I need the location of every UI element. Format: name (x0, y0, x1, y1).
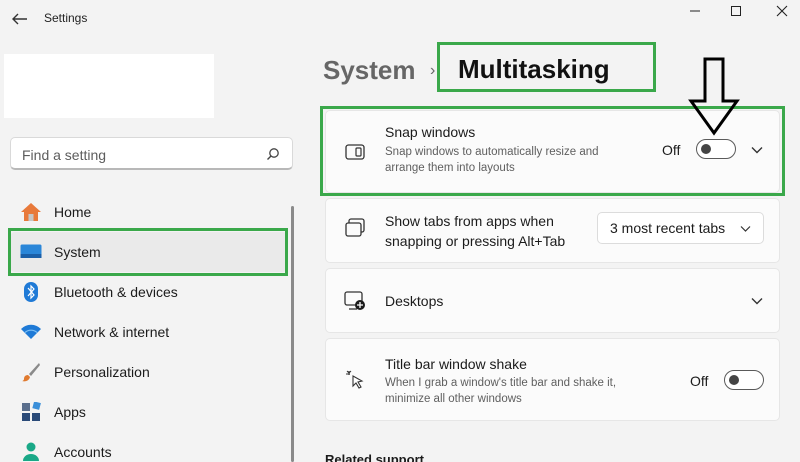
brush-icon (20, 361, 42, 383)
sidebar-item-label: Accounts (54, 444, 112, 460)
alt-tab-dropdown[interactable]: 3 most recent tabs (597, 212, 764, 244)
sidebar-item-accounts[interactable]: Accounts (10, 432, 288, 462)
minimize-icon[interactable] (688, 4, 702, 18)
sidebar-item-label: Bluetooth & devices (54, 284, 178, 300)
snap-toggle-state: Off (662, 142, 681, 158)
desktops-title: Desktops (385, 293, 444, 309)
back-arrow-icon[interactable] (10, 9, 30, 29)
profile-card[interactable] (4, 54, 214, 118)
desktops-card[interactable]: Desktops (325, 268, 780, 333)
shake-cursor-icon (346, 370, 364, 389)
chevron-down-icon (740, 226, 751, 232)
sidebar-item-apps[interactable]: Apps (10, 392, 288, 432)
chevron-down-icon[interactable] (750, 294, 764, 308)
alt-tab-title: Show tabs from apps when snapping or pre… (385, 213, 566, 249)
page-title: Multitasking (458, 54, 610, 84)
sidebar-item-bluetooth[interactable]: Bluetooth & devices (10, 272, 288, 312)
down-arrow-icon (688, 57, 740, 136)
chevron-down-icon[interactable] (750, 143, 764, 157)
sidebar-item-system[interactable]: System (8, 232, 288, 272)
wifi-icon (20, 321, 42, 343)
system-icon (20, 241, 42, 263)
title-bar-shake-title: Title bar window shake (385, 356, 527, 372)
desktops-icon (344, 291, 365, 310)
breadcrumb-parent[interactable]: System (323, 55, 416, 86)
toggle-knob (701, 143, 711, 154)
title-bar-shake-toggle[interactable] (724, 370, 764, 390)
selection-indicator (8, 244, 11, 260)
title-bar-shake-card: Title bar window shake When I grab a win… (325, 338, 780, 421)
bluetooth-icon (20, 281, 42, 303)
app-title: Settings (44, 11, 88, 25)
sidebar-item-label: Network & internet (54, 324, 170, 340)
title-bar-shake-description: When I grab a window's title bar and sha… (385, 377, 617, 405)
title-bar: Settings (0, 0, 800, 38)
tabs-icon (345, 218, 365, 237)
search-box[interactable]: Find a setting (10, 137, 293, 170)
sidebar-scrollbar[interactable] (291, 206, 294, 462)
shake-toggle-state: Off (690, 373, 709, 389)
close-icon[interactable] (775, 4, 789, 18)
toggle-knob (729, 374, 739, 385)
alt-tab-selected-value: 3 most recent tabs (610, 220, 726, 236)
home-icon (20, 201, 42, 223)
sidebar-item-label: Personalization (54, 364, 150, 380)
snap-windows-toggle[interactable] (696, 139, 736, 159)
sidebar-item-network[interactable]: Network & internet (10, 312, 288, 352)
maximize-icon[interactable] (729, 4, 743, 18)
sidebar-item-home[interactable]: Home (10, 192, 288, 232)
alt-tab-card: Show tabs from apps when snapping or pre… (325, 198, 780, 263)
sidebar-item-personalization[interactable]: Personalization (10, 352, 288, 392)
breadcrumb-separator: › (430, 62, 436, 79)
snap-layout-icon (345, 144, 365, 160)
apps-icon (20, 401, 42, 423)
snap-windows-description: Snap windows to automatically resize and… (385, 146, 599, 174)
snap-windows-title: Snap windows (385, 124, 476, 140)
related-support-heading: Related support (325, 452, 424, 462)
sidebar-item-label: Home (54, 204, 92, 220)
search-icon[interactable] (266, 147, 280, 161)
search-input[interactable]: Find a setting (22, 147, 106, 163)
sidebar-item-label: Apps (54, 404, 86, 420)
person-icon (20, 441, 42, 462)
sidebar-item-label: System (54, 244, 101, 260)
